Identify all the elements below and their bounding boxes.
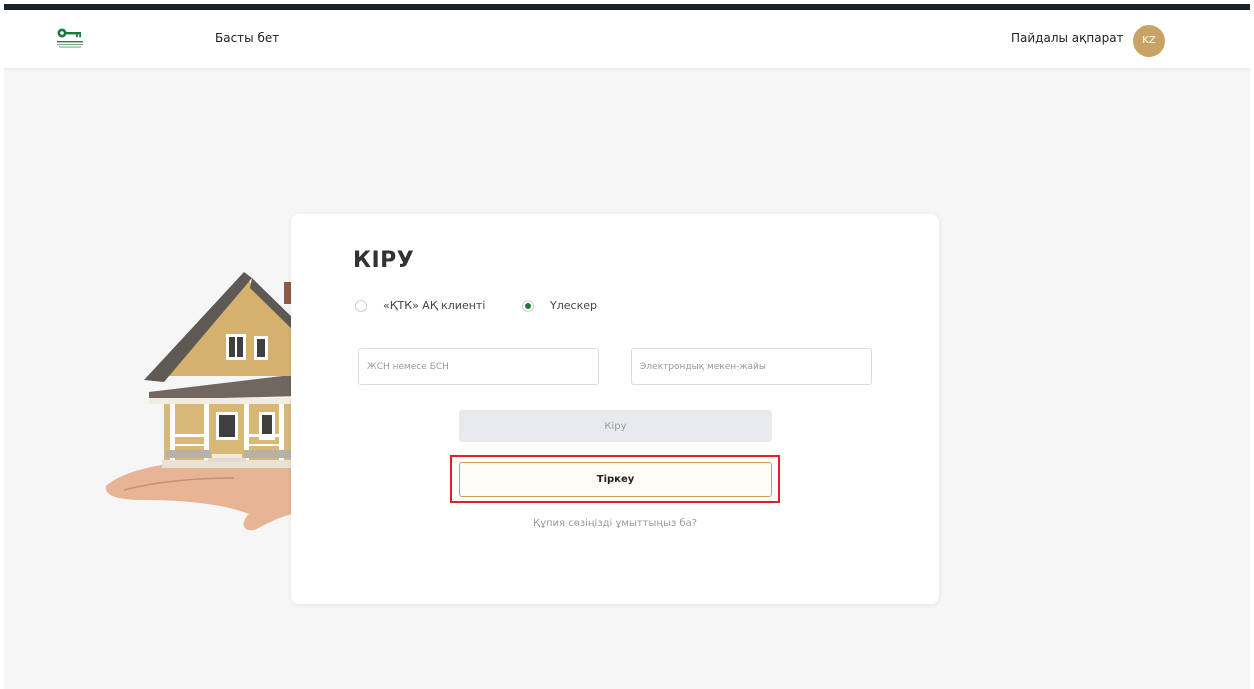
login-button[interactable]: Кіру xyxy=(459,410,772,442)
radio-unchecked-icon[interactable] xyxy=(355,299,367,312)
key-logo-icon[interactable] xyxy=(55,27,85,51)
register-button[interactable]: Тіркеу xyxy=(459,462,772,497)
iin-bin-input[interactable] xyxy=(358,348,599,385)
forgot-password-link[interactable]: Құпия сөзіңізді ұмыттыңыз ба? xyxy=(291,518,939,529)
client-type-radio[interactable]: «ҚТК» АҚ клиенті xyxy=(355,299,485,312)
email-input[interactable] xyxy=(631,348,872,385)
client-type-label: «ҚТК» АҚ клиенті xyxy=(383,299,486,312)
house-in-hand-illustration xyxy=(104,264,304,534)
language-switch-button[interactable]: KZ xyxy=(1133,25,1165,57)
page: Басты бет Пайдалы ақпарат KZ КІРУ «ҚТК» … xyxy=(4,4,1250,689)
nav-home-link[interactable]: Басты бет xyxy=(215,31,279,45)
login-card: КІРУ «ҚТК» АҚ клиенті Үлескер Кіру Тірке… xyxy=(291,214,939,604)
nav-useful-info-link[interactable]: Пайдалы ақпарат xyxy=(1011,31,1124,45)
contributor-type-label: Үлескер xyxy=(550,299,597,312)
radio-checked-icon[interactable] xyxy=(522,299,534,312)
header: Басты бет Пайдалы ақпарат KZ xyxy=(4,10,1250,68)
contributor-type-radio[interactable]: Үлескер xyxy=(522,299,597,312)
login-title: КІРУ xyxy=(353,248,415,273)
